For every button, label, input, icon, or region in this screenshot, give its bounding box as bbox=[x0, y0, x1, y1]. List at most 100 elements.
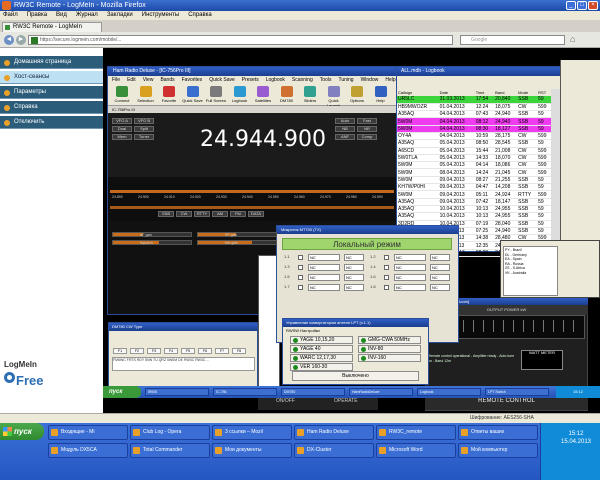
table-row[interactable]: A35AQ 10.04.2013 10:13 24,955 SSB 59 bbox=[397, 205, 551, 214]
tab-rwsw[interactable]: RWSW bbox=[286, 328, 299, 333]
mode-button[interactable]: FM bbox=[230, 211, 246, 217]
cw-macro-button[interactable]: F8 bbox=[232, 348, 246, 354]
table-row[interactable]: OY4A 04.04.2013 10:59 28,175 CW 599 bbox=[397, 132, 551, 141]
hrd-menu-item[interactable]: Logbook bbox=[266, 76, 285, 84]
local-row-checkbox[interactable] bbox=[298, 275, 303, 280]
sidebar-item[interactable]: Справка bbox=[0, 101, 103, 114]
operate-button[interactable]: OPERATE bbox=[334, 398, 358, 404]
sidebar-item[interactable]: Хост-сеансы bbox=[0, 71, 103, 84]
dx-country-list[interactable]: PY - Brazil DL - Germany EA - Spain RA - Ru… bbox=[503, 246, 558, 296]
table-row[interactable]: 5W0TLA 05.04.2013 14:33 18,070 CW 599 bbox=[397, 154, 551, 163]
radio-button[interactable]: Comp bbox=[357, 134, 377, 140]
table-row[interactable]: 5W0M 04.04.2013 08:12 24,940 SSB 59 bbox=[397, 117, 551, 126]
taskbar-button[interactable]: Ответы ваших bbox=[458, 425, 538, 440]
mode-button[interactable]: RTTY bbox=[194, 211, 210, 217]
local-row-select[interactable]: NC bbox=[344, 274, 364, 281]
toolbar-button[interactable]: DM780 bbox=[276, 85, 298, 105]
toolbar-button[interactable]: Help bbox=[370, 85, 392, 105]
toolbar-button[interactable]: Connect bbox=[111, 85, 133, 105]
table-row[interactable]: A65CD 05.04.2013 15:44 21,008 CW 599 bbox=[397, 147, 551, 155]
taskbar-button[interactable]: DX-Cluster bbox=[294, 443, 374, 458]
table-row[interactable]: UR5LC 31.03.2013 17:54 20,840 SSB 59 bbox=[397, 96, 551, 104]
menu-item[interactable]: Вид bbox=[56, 11, 67, 20]
taskbar-button[interactable]: Мой компьютер bbox=[458, 443, 538, 458]
table-row[interactable]: A35AQ 10.04.2013 10:13 24,955 SSB 59 bbox=[397, 212, 551, 221]
radio-button[interactable]: Tuner bbox=[134, 134, 154, 140]
maximize-icon[interactable]: □ bbox=[577, 1, 587, 10]
hrd-menu-item[interactable]: Bands bbox=[160, 76, 174, 84]
onoff-button[interactable]: ON/OFF bbox=[276, 398, 295, 404]
table-row[interactable]: 5W0M 09.04.2013 08:27 21,255 SSB 59 bbox=[397, 176, 551, 185]
mode-button[interactable]: CW bbox=[176, 211, 192, 217]
mode-button[interactable]: SSB bbox=[158, 211, 174, 217]
antenna-button[interactable]: INV-80 bbox=[358, 345, 421, 353]
radio-button[interactable]: NR bbox=[357, 126, 377, 132]
remote-task-button[interactable]: IRBIS bbox=[145, 388, 209, 396]
radio-button[interactable]: Split bbox=[134, 126, 154, 132]
table-row[interactable]: A35AQ 04.04.2013 07:43 24,940 SSB 59 bbox=[397, 110, 551, 119]
toolbar-button[interactable]: Quick Save bbox=[182, 85, 204, 105]
radio-button[interactable]: ANF bbox=[335, 134, 355, 140]
toolbar-button[interactable]: Selection bbox=[135, 85, 157, 105]
toolbar-button[interactable]: Quick Launch bbox=[323, 85, 345, 108]
local-row-select[interactable]: NC bbox=[308, 254, 340, 261]
antenna-button[interactable]: GMG-CWA 50MHz bbox=[358, 336, 421, 344]
home-icon[interactable]: ⌂ bbox=[570, 34, 580, 45]
remote-task-button[interactable]: Logbook bbox=[417, 388, 481, 396]
menu-item[interactable]: Закладки bbox=[107, 11, 133, 20]
local-row-select[interactable]: NC bbox=[430, 254, 450, 261]
hrd-menu-item[interactable]: Tuning bbox=[338, 76, 353, 84]
remote-task-button[interactable]: IC-756 bbox=[213, 388, 277, 396]
local-row-select[interactable]: NC bbox=[308, 274, 340, 281]
taskbar-button[interactable]: Входящие - Mi bbox=[48, 425, 128, 440]
taskbar-button[interactable]: Microsoft Word bbox=[376, 443, 456, 458]
sidebar-item[interactable]: Параметры bbox=[0, 86, 103, 99]
radio-button[interactable]: VFO B bbox=[134, 118, 154, 124]
hrd-menu-item[interactable]: Tools bbox=[320, 76, 332, 84]
radio-button[interactable]: NB bbox=[335, 126, 355, 132]
table-row[interactable]: 5W0M 08.04.2013 14:24 21,045 CW 599 bbox=[397, 168, 551, 177]
table-row[interactable]: HB9MWOZR 01.04.2013 12:24 18,075 CW 599 bbox=[397, 103, 551, 112]
remote-task-button[interactable]: HamRadioDeluxe bbox=[349, 388, 413, 396]
table-row[interactable]: A35AQ 05.04.2013 08:50 28,545 SSB 59 bbox=[397, 139, 551, 148]
radio-button[interactable]: Fast bbox=[357, 118, 377, 124]
local-row-select[interactable]: NC bbox=[430, 274, 450, 281]
antenna-button[interactable]: INV-160 bbox=[358, 354, 421, 362]
antenna-button[interactable]: YAGE 10,15,20 bbox=[290, 336, 353, 344]
mode-button[interactable]: DATA bbox=[248, 211, 264, 217]
cw-macro-button[interactable]: F7 bbox=[215, 348, 229, 354]
cw-macro-button[interactable]: F2 bbox=[130, 348, 144, 354]
table-row[interactable]: 5W0M 05.04.2013 04:14 18,086 CW 599 bbox=[397, 161, 551, 170]
hrd-menu-item[interactable]: Favorites bbox=[182, 76, 203, 84]
search-input[interactable]: Google bbox=[460, 35, 565, 45]
local-row-checkbox[interactable] bbox=[384, 285, 389, 290]
column-header[interactable]: Time bbox=[474, 89, 495, 96]
minimize-icon[interactable]: _ bbox=[566, 1, 576, 10]
remote-start-button[interactable]: пуск bbox=[103, 386, 141, 398]
column-header[interactable]: Date bbox=[438, 89, 475, 96]
table-row[interactable]: 5W0M 09.04.2013 05:11 24,924 RTTY 599 bbox=[397, 190, 551, 199]
hrd-menu-item[interactable]: Help bbox=[385, 76, 395, 84]
toolbar-button[interactable]: Logbook bbox=[229, 85, 251, 105]
antenna-button[interactable]: YAGE 40 bbox=[290, 345, 353, 353]
menu-item[interactable]: Справка bbox=[188, 11, 212, 20]
menu-item[interactable]: Правка bbox=[27, 11, 47, 20]
close-icon[interactable]: × bbox=[588, 1, 598, 10]
local-row-checkbox[interactable] bbox=[384, 275, 389, 280]
taskbar-button[interactable]: RW3C_remote bbox=[376, 425, 456, 440]
cw-macro-button[interactable]: F6 bbox=[198, 348, 212, 354]
column-header[interactable]: RST bbox=[537, 89, 551, 96]
taskbar-button[interactable]: 3 ссылки – Mozil bbox=[212, 425, 292, 440]
local-row-select[interactable]: NC bbox=[344, 254, 364, 261]
local-row-select[interactable]: NC bbox=[344, 284, 364, 291]
cw-macro-button[interactable]: F1 bbox=[113, 348, 127, 354]
column-header[interactable]: Mode bbox=[517, 89, 538, 96]
local-row-select[interactable]: NC bbox=[394, 264, 426, 271]
hrd-menu-item[interactable]: Quick Save bbox=[209, 76, 235, 84]
menu-item[interactable]: Файл bbox=[3, 11, 18, 20]
antenna-button[interactable]: WARC 12,17,30 bbox=[290, 354, 353, 362]
remote-task-button[interactable]: LPT Switch bbox=[485, 388, 549, 396]
cw-macro-button[interactable]: F4 bbox=[164, 348, 178, 354]
toolbar-button[interactable]: Satellites bbox=[252, 85, 274, 105]
local-row-select[interactable]: NC bbox=[394, 254, 426, 261]
